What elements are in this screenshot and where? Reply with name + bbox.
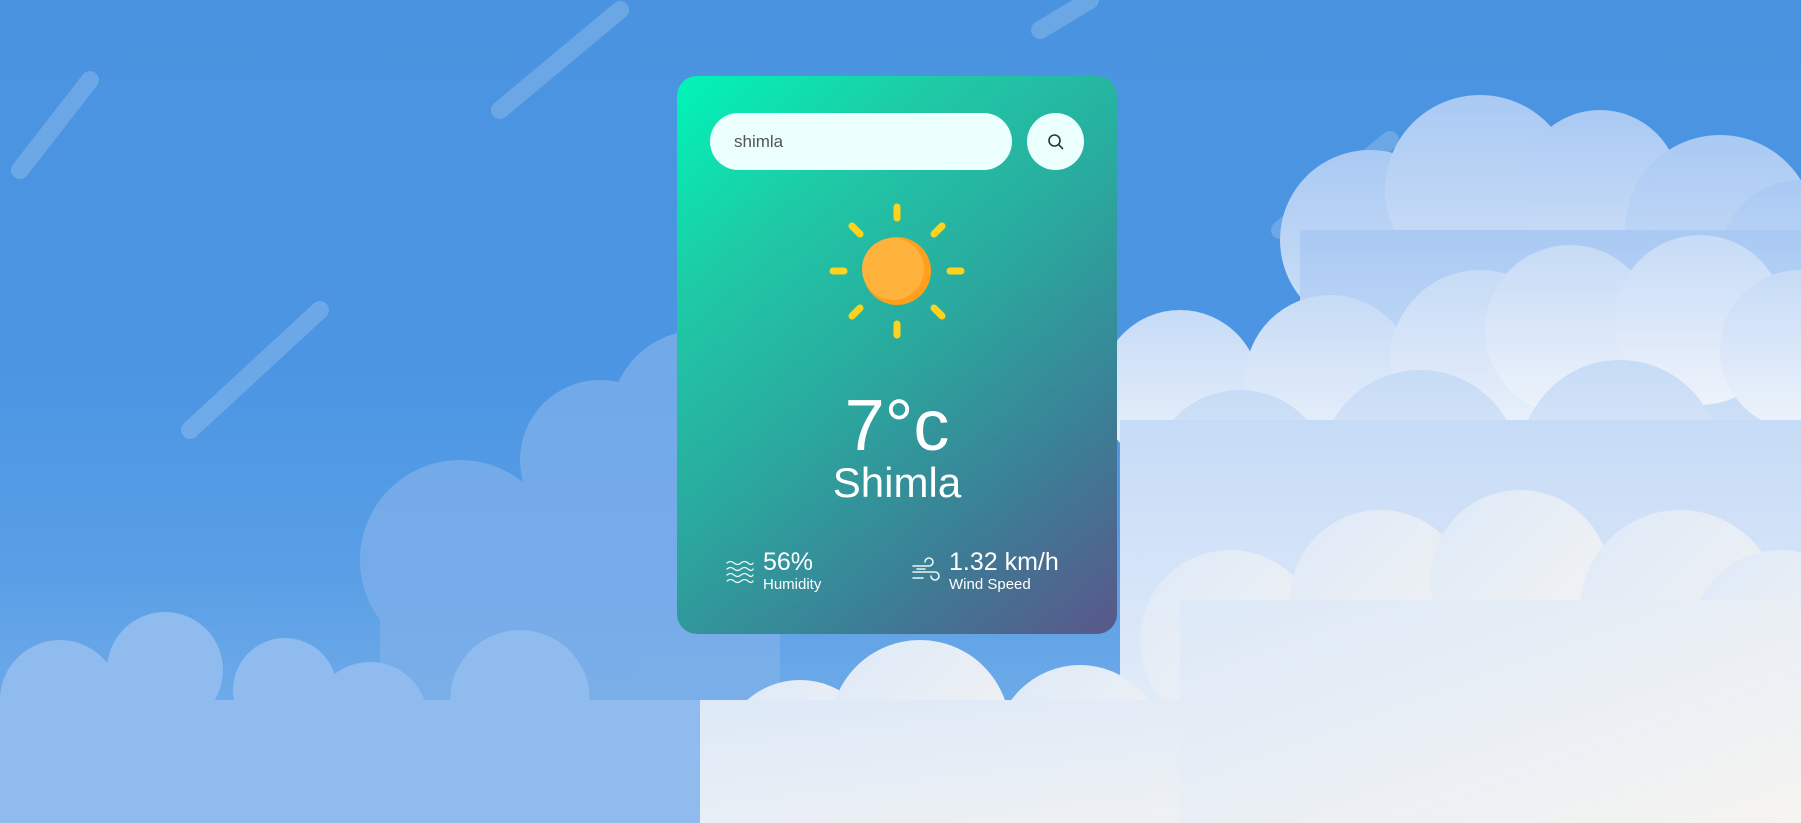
wind-speed-label: Wind Speed <box>949 576 1031 593</box>
wind-speed-value: 1.32 km/h <box>949 548 1059 576</box>
humidity-waves-icon <box>726 560 754 584</box>
temperature: 7°c <box>844 386 950 466</box>
search-input[interactable] <box>710 113 1012 170</box>
search-icon <box>1047 133 1063 149</box>
city-name: Shimla <box>832 459 962 506</box>
sun-icon <box>829 203 965 339</box>
wind-detail: 1.32 km/h Wind Speed <box>911 546 1059 596</box>
humidity-label: Humidity <box>763 576 822 593</box>
search-bar <box>710 113 1086 170</box>
humidity-detail: 56% Humidity <box>725 546 821 596</box>
weather-card: 7°c Shimla 56% Humidity 1.32 km/h <box>677 76 1117 634</box>
wind-icon <box>912 557 940 581</box>
search-button[interactable] <box>1027 113 1084 170</box>
humidity-value: 56% <box>763 548 814 576</box>
